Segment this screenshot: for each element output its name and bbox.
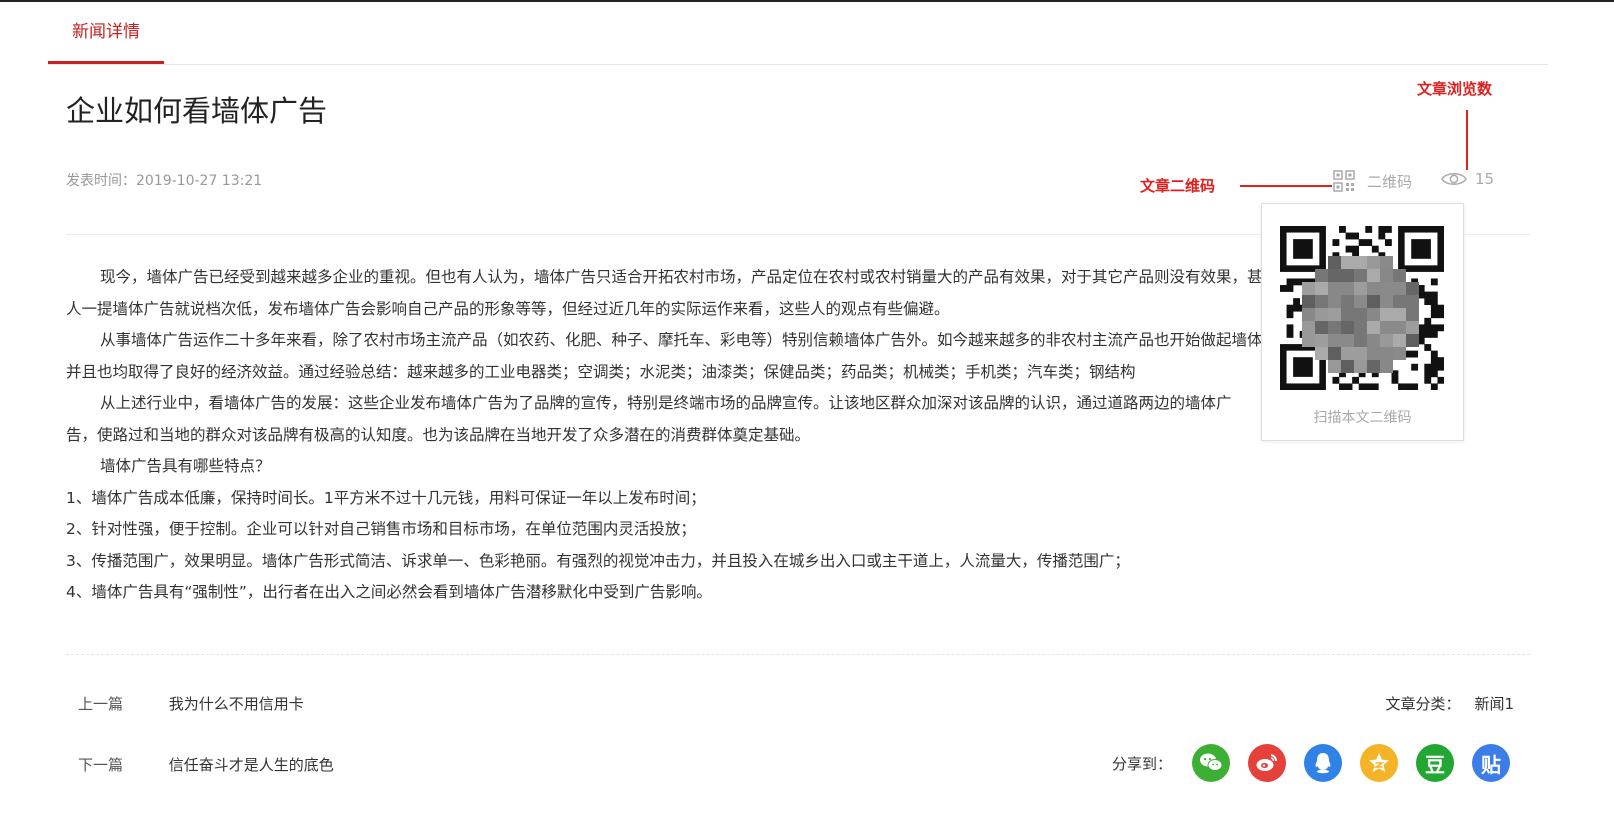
publish-time: 发表时间：2019-10-27 13:21 (66, 173, 263, 189)
prev-article-link[interactable]: 我为什么不用信用卡 (169, 695, 304, 713)
view-count: 15 (1441, 170, 1494, 188)
qr-code-icon (1333, 170, 1355, 192)
qr-code-caption: 扫描本文二维码 (1313, 410, 1412, 426)
footer-divider (66, 654, 1530, 655)
douban-glyph: 豆 (1425, 752, 1446, 777)
annotation-qr-line (1240, 185, 1332, 187)
qr-code-image (1280, 226, 1444, 390)
qq-icon[interactable] (1304, 744, 1343, 782)
share-bar: 分享到： 豆 贴 (1112, 744, 1511, 782)
weibo-icon[interactable] (1248, 744, 1287, 782)
category-label: 文章分类： (1385, 695, 1461, 713)
article-paragraph: 3、传播范围广，效果明显。墙体广告形式简洁、诉求单一、色彩艳丽。有强烈的视觉冲击… (66, 551, 1130, 570)
category-link[interactable]: 新闻1 (1474, 695, 1514, 713)
qr-code-popup: 扫描本文二维码 (1261, 203, 1464, 441)
annotation-views-label: 文章浏览数 (1417, 80, 1493, 98)
tieba-glyph: 贴 (1481, 752, 1502, 777)
article-paragraph: 2、针对性强，便于控制。企业可以针对自己销售市场和目标市场，在单位范围内灵活投放… (66, 520, 696, 538)
annotation-views-line (1466, 110, 1468, 170)
share-label: 分享到： (1112, 754, 1173, 773)
article-paragraph: 墙体广告具有哪些特点？ (100, 457, 271, 475)
tab-news-detail[interactable]: 新闻详情 (48, 2, 164, 64)
prev-article: 上一篇 我为什么不用信用卡 (78, 693, 304, 714)
tieba-icon[interactable]: 贴 (1472, 744, 1511, 782)
article-category: 文章分类： 新闻1 (1385, 693, 1514, 714)
annotation-qr-label: 文章二维码 (1140, 177, 1216, 195)
qr-code-label: 二维码 (1367, 172, 1413, 191)
eye-icon (1441, 173, 1467, 185)
prev-label: 上一篇 (78, 695, 124, 713)
next-article-link[interactable]: 信任奋斗才是人生的底色 (169, 756, 334, 774)
tab-bar: 新闻详情 (48, 2, 1548, 65)
view-count-value: 15 (1475, 170, 1495, 188)
article-paragraph: 1、墙体广告成本低廉，保持时间长。1平方米不过十几元钱，用料可保证一年以上发布时… (66, 488, 706, 507)
qr-code-toggle[interactable]: 二维码 (1333, 170, 1412, 192)
next-label: 下一篇 (78, 756, 124, 774)
article-paragraph: 4、墙体广告具有“强制性”，出行者在出入之间必然会看到墙体广告潜移默化中受到广告… (66, 583, 712, 601)
douban-icon[interactable]: 豆 (1416, 744, 1455, 782)
next-article: 下一篇 信任奋斗才是人生的底色 (78, 754, 334, 775)
article-title: 企业如何看墙体广告 (66, 94, 328, 128)
wechat-icon[interactable] (1192, 744, 1231, 782)
qzone-icon[interactable] (1360, 744, 1399, 782)
